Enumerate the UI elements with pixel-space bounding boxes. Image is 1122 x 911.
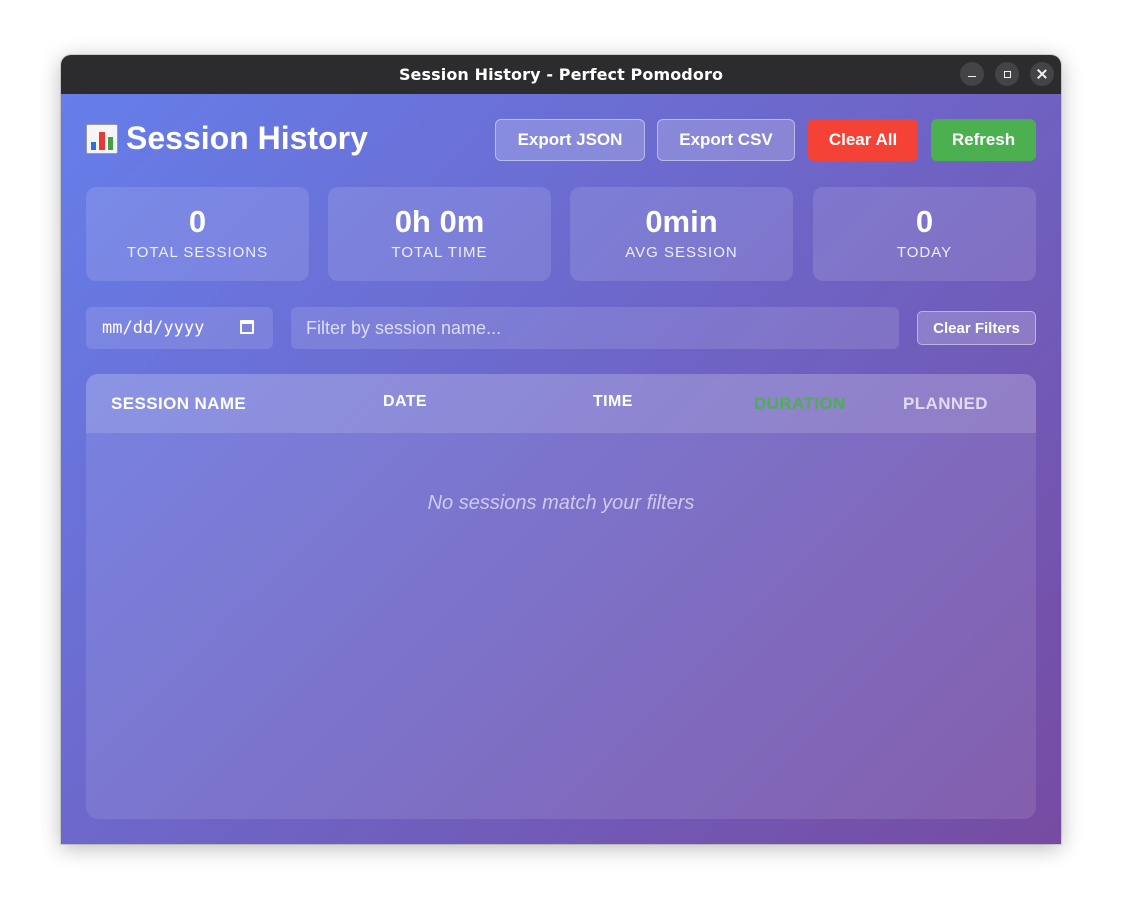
window-title: Session History - Perfect Pomodoro bbox=[398, 65, 724, 84]
stat-label: TODAY bbox=[896, 244, 953, 261]
stat-card-avg-session: 0min AVG SESSION bbox=[570, 187, 793, 281]
clear-filters-button[interactable]: Clear Filters bbox=[917, 311, 1036, 345]
export-csv-button[interactable]: Export CSV bbox=[657, 119, 795, 161]
maximize-button[interactable] bbox=[995, 62, 1019, 86]
column-header-time[interactable]: TIME bbox=[593, 393, 633, 411]
minimize-button[interactable] bbox=[960, 62, 984, 86]
stat-card-today: 0 TODAY bbox=[813, 187, 1036, 281]
stat-label: TOTAL TIME bbox=[391, 244, 488, 261]
bar-chart-icon bbox=[86, 123, 118, 154]
column-header-session-name[interactable]: SESSION NAME bbox=[111, 394, 246, 414]
close-button[interactable] bbox=[1030, 62, 1054, 86]
minimize-icon bbox=[968, 75, 976, 78]
column-header-duration[interactable]: DURATION bbox=[754, 394, 846, 414]
date-filter-input[interactable]: mm/dd/yyyy bbox=[86, 307, 273, 349]
stat-card-total-sessions: 0 TOTAL SESSIONS bbox=[86, 187, 309, 281]
session-name-filter-input[interactable]: Filter by session name... bbox=[291, 307, 899, 349]
stat-value: 0h 0m bbox=[394, 204, 485, 239]
table-header: SESSION NAME DATE TIME DURATION PLANNED bbox=[86, 374, 1036, 433]
column-header-date[interactable]: DATE bbox=[383, 393, 427, 411]
clear-all-button[interactable]: Clear All bbox=[808, 119, 918, 161]
empty-state-message: No sessions match your filters bbox=[427, 492, 695, 514]
stat-value: 0 bbox=[188, 204, 207, 239]
stat-label: TOTAL SESSIONS bbox=[126, 244, 269, 261]
export-json-button[interactable]: Export JSON bbox=[495, 119, 645, 161]
stat-card-total-time: 0h 0m TOTAL TIME bbox=[328, 187, 551, 281]
stat-value: 0min bbox=[645, 204, 718, 239]
calendar-icon[interactable] bbox=[240, 320, 254, 334]
main-content: Session History Export JSON Export CSV C… bbox=[61, 94, 1061, 844]
search-placeholder: Filter by session name... bbox=[306, 317, 502, 338]
date-placeholder: mm/dd/yyyy bbox=[102, 318, 205, 338]
close-icon bbox=[1037, 69, 1047, 79]
column-header-planned[interactable]: PLANNED bbox=[903, 394, 988, 414]
stat-label: AVG SESSION bbox=[625, 244, 738, 261]
app-window: Session History - Perfect Pomodoro Sessi… bbox=[61, 55, 1061, 844]
maximize-icon bbox=[1003, 70, 1011, 78]
refresh-button[interactable]: Refresh bbox=[931, 119, 1036, 161]
sessions-table: SESSION NAME DATE TIME DURATION PLANNED … bbox=[86, 374, 1036, 819]
stat-value: 0 bbox=[915, 204, 934, 239]
page-title-text: Session History bbox=[126, 120, 368, 156]
page-title: Session History bbox=[86, 120, 368, 157]
title-bar: Session History - Perfect Pomodoro bbox=[61, 55, 1061, 94]
